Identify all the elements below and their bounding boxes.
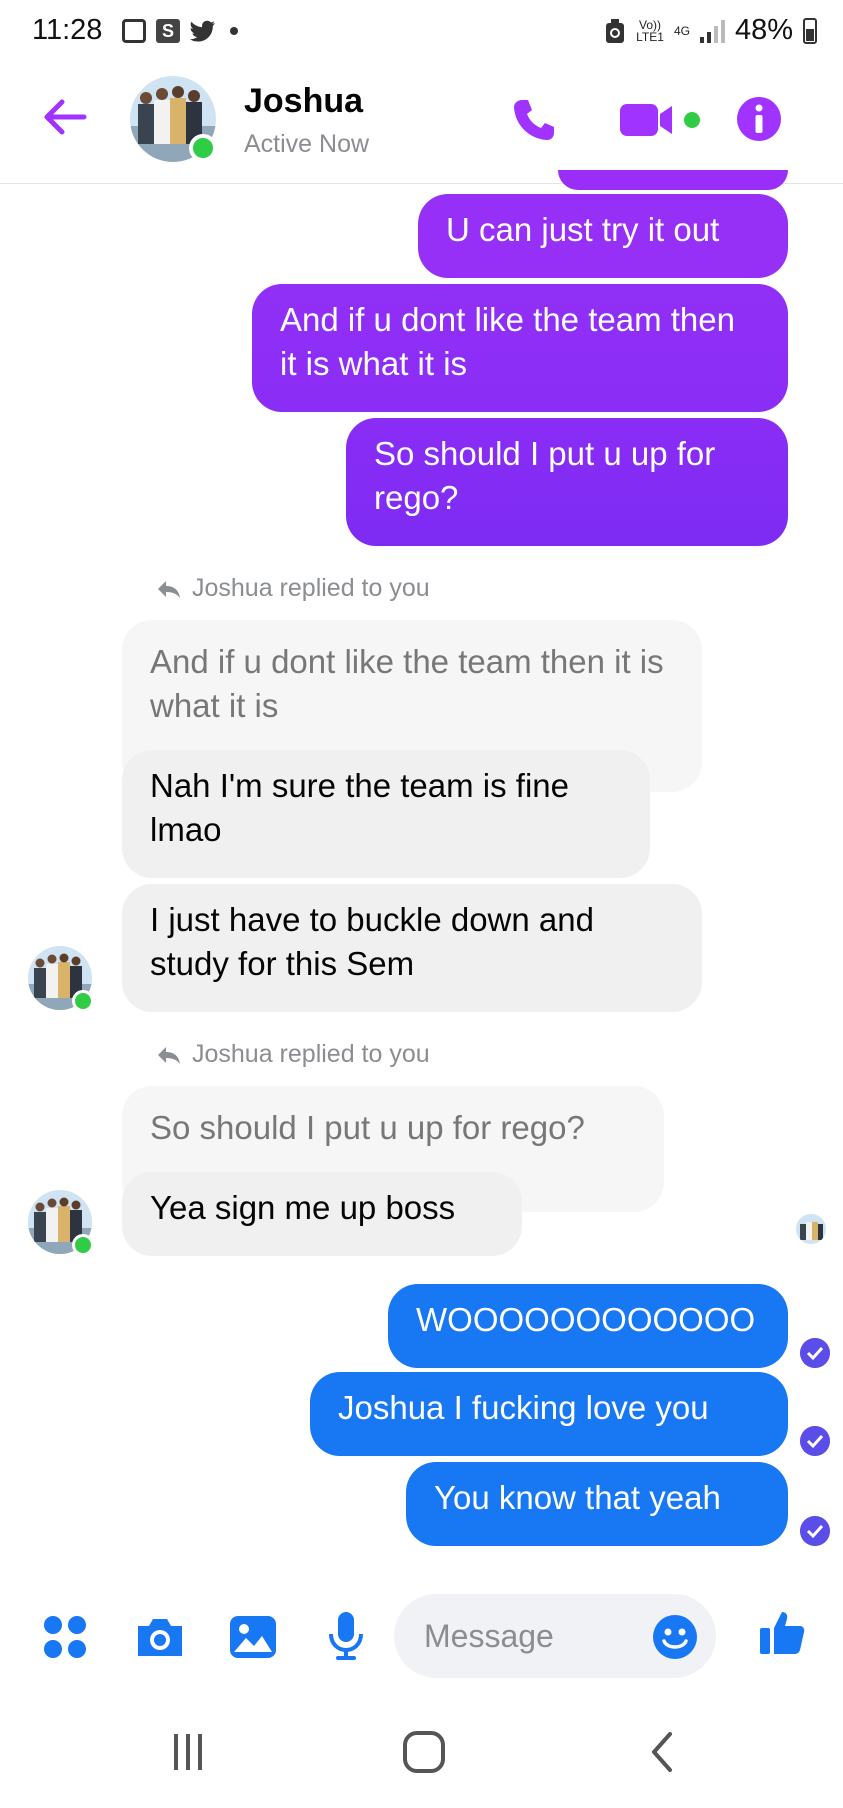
signal-icon (699, 19, 725, 43)
sent-message[interactable]: WOOOOOOOOOOOO (388, 1284, 788, 1368)
sent-message[interactable]: So should I put u up for rego? (346, 418, 788, 546)
online-indicator (189, 134, 217, 162)
sent-message[interactable]: U can just try it out (418, 194, 788, 278)
data-saver-icon (606, 18, 625, 43)
network-type: 4G (673, 23, 690, 38)
partial-message-bubble[interactable] (558, 170, 788, 190)
seen-receipt-avatar (796, 1214, 826, 1244)
contact-name[interactable]: Joshua (244, 82, 363, 121)
reply-label: Joshua replied to you (156, 574, 430, 603)
reply-arrow-icon (158, 1046, 180, 1064)
delivered-check-icon (800, 1338, 830, 1368)
online-indicator (72, 1234, 94, 1256)
delivered-check-icon (800, 1516, 830, 1546)
received-message[interactable]: I just have to buckle down and study for… (122, 884, 702, 1012)
status-bar: 11:28 S Vo)) LTE1 4G 48% (0, 0, 843, 62)
online-indicator (72, 990, 94, 1012)
system-back-icon[interactable] (646, 1730, 676, 1774)
sent-message[interactable]: And if u dont like the team then it is w… (252, 284, 788, 412)
received-message[interactable]: Yea sign me up boss (122, 1172, 522, 1256)
camera-icon[interactable] (134, 1614, 186, 1660)
s-app-icon: S (156, 19, 180, 43)
status-notification-icons: S (122, 19, 238, 43)
received-message[interactable]: Nah I'm sure the team is fine lmao (122, 750, 650, 878)
system-navigation-bar (0, 1700, 843, 1808)
sent-message[interactable]: You know that yeah (406, 1462, 788, 1546)
phone-call-icon[interactable] (510, 96, 558, 144)
reply-label: Joshua replied to you (156, 1040, 430, 1069)
info-icon[interactable] (736, 96, 782, 142)
battery-icon (803, 17, 817, 44)
more-notifications-dot (230, 27, 238, 35)
delivered-check-icon (800, 1426, 830, 1456)
status-right-icons: Vo)) LTE1 4G 48% (604, 14, 817, 47)
recent-apps-icon[interactable] (170, 1732, 206, 1772)
message-composer (0, 1582, 843, 1692)
status-time: 11:28 (32, 14, 103, 46)
contact-status: Active Now (244, 130, 370, 158)
reply-arrow-icon (158, 580, 180, 598)
twitter-icon (190, 20, 215, 42)
gallery-icon (122, 19, 146, 43)
more-actions-icon[interactable] (42, 1614, 88, 1660)
reply-label-text: Joshua replied to you (192, 574, 430, 602)
video-call-icon[interactable] (618, 100, 706, 140)
thumbs-up-icon[interactable] (758, 1608, 806, 1656)
conversation-header: Joshua Active Now (0, 62, 843, 184)
emoji-icon[interactable] (652, 1614, 698, 1660)
volte-indicator: Vo)) LTE1 (636, 19, 664, 43)
microphone-icon[interactable] (326, 1610, 366, 1662)
home-icon[interactable] (402, 1730, 446, 1774)
gallery-icon[interactable] (228, 1614, 278, 1660)
sent-message[interactable]: Joshua I fucking love you (310, 1372, 788, 1456)
reply-label-text: Joshua replied to you (192, 1040, 430, 1068)
battery-percent: 48% (734, 14, 793, 46)
lte-label: LTE1 (636, 29, 664, 44)
volte-label: Vo)) (639, 17, 662, 32)
back-arrow-icon[interactable] (40, 92, 90, 142)
